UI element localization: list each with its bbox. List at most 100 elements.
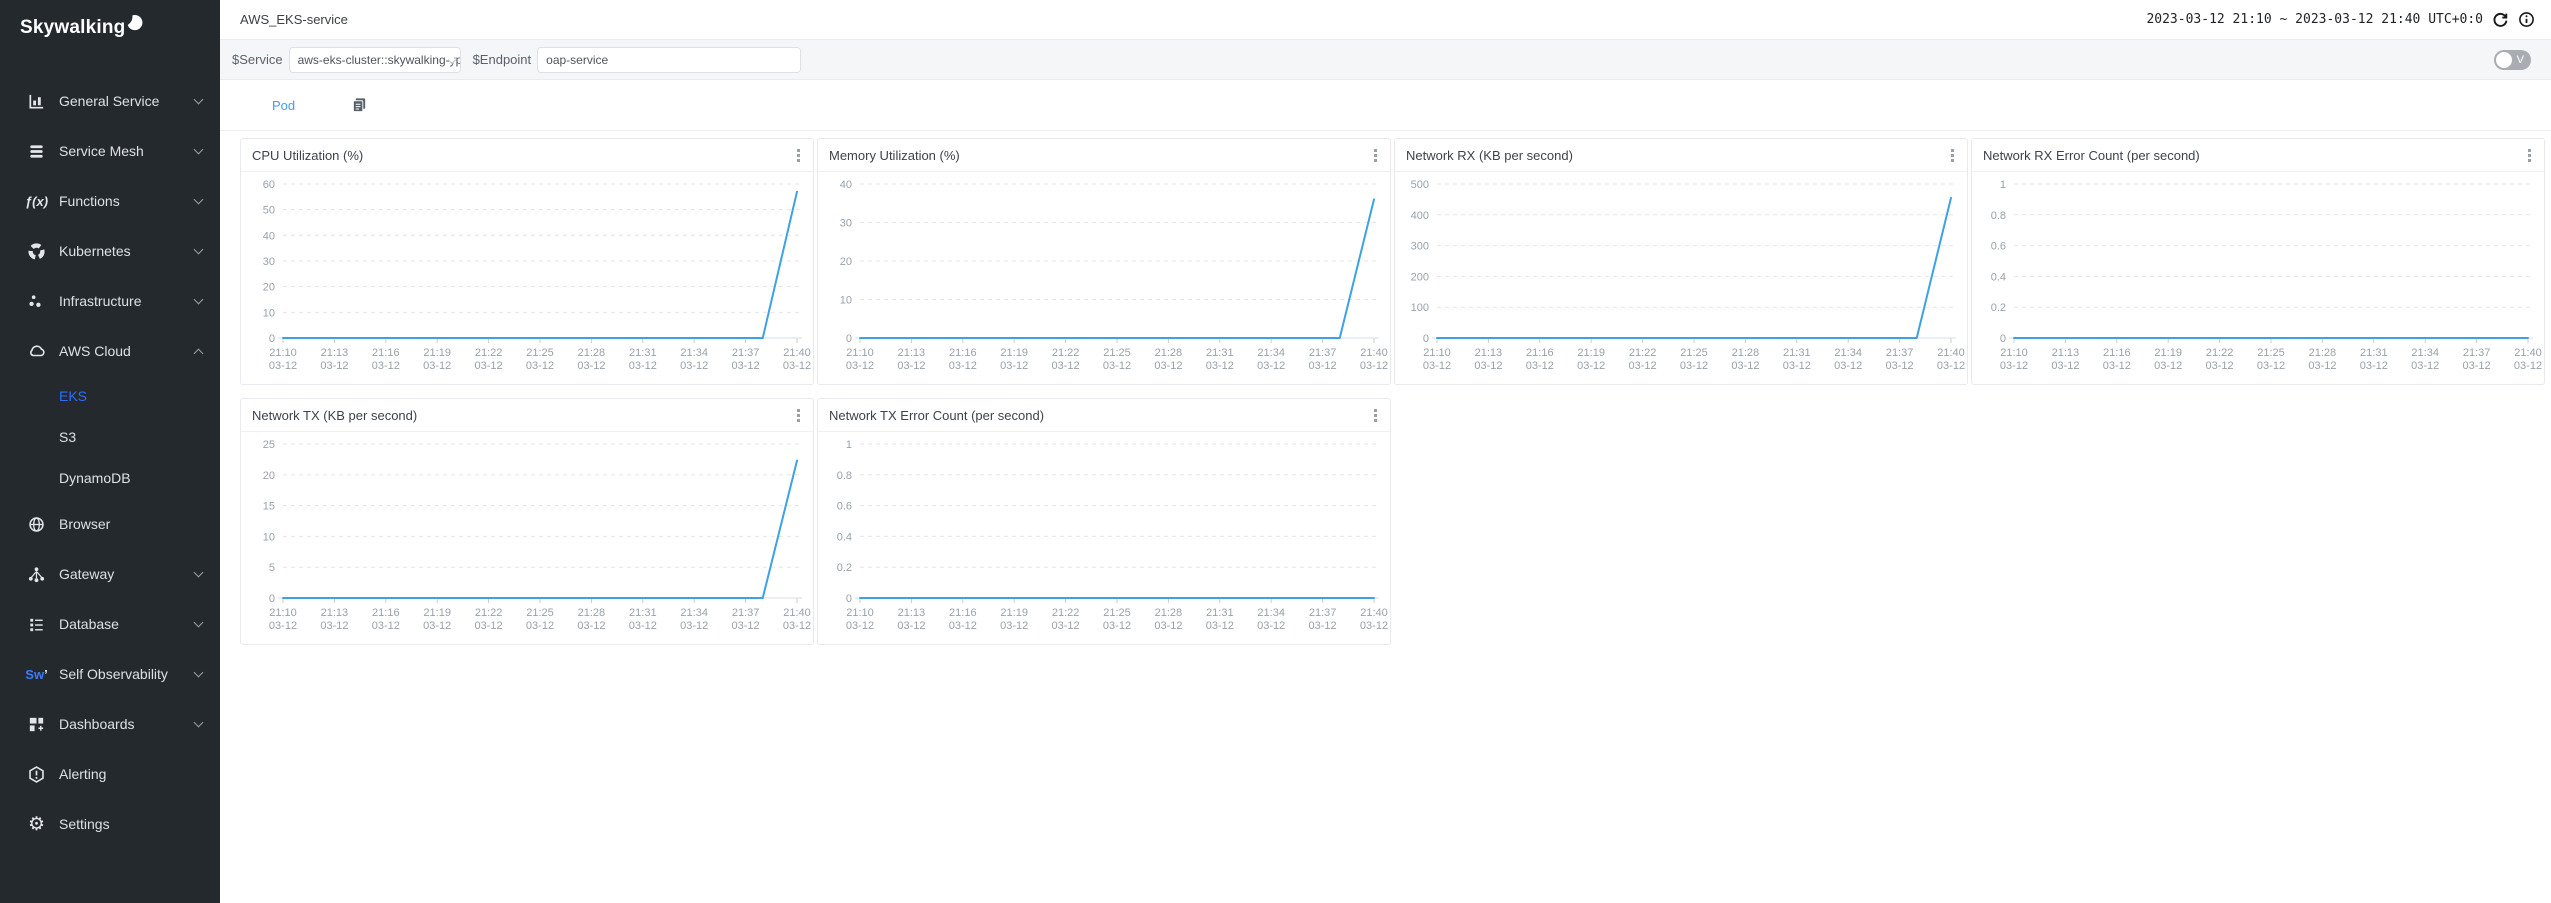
svg-text:21:16: 21:16	[372, 607, 400, 619]
kebab-menu-icon[interactable]	[794, 145, 803, 166]
svg-text:21:28: 21:28	[1155, 607, 1183, 619]
svg-text:03-12: 03-12	[1103, 360, 1131, 372]
sidebar-item-database[interactable]: Database	[0, 599, 220, 649]
tab-pod[interactable]: Pod	[272, 98, 295, 113]
svg-text:0: 0	[846, 593, 852, 605]
chart-card-cpu-utilization: CPU Utilization (%) 010203040506021:1003…	[240, 138, 814, 385]
service-select[interactable]: aws-eks-cluster::skywalking-ypi	[289, 47, 461, 73]
sidebar-item-browser[interactable]: Browser	[0, 499, 220, 549]
svg-text:21:40: 21:40	[783, 607, 811, 619]
svg-text:21:22: 21:22	[2206, 347, 2234, 359]
refresh-icon[interactable]	[2492, 11, 2509, 28]
sidebar-item-label: Dashboards	[59, 716, 192, 732]
svg-text:0.8: 0.8	[1991, 210, 2006, 222]
svg-text:03-12: 03-12	[732, 360, 760, 372]
view-mode-toggle[interactable]: V	[2494, 50, 2531, 70]
sidebar-item-general-service[interactable]: General Service	[0, 76, 220, 126]
sidebar-item-gateway[interactable]: Gateway	[0, 549, 220, 599]
sidebar-item-aws-cloud[interactable]: AWS Cloud	[0, 326, 220, 376]
svg-text:60: 60	[263, 179, 275, 191]
svg-text:200: 200	[1411, 271, 1429, 283]
kebab-menu-icon[interactable]	[2525, 145, 2534, 166]
chart-card-network-tx-kb-per-second: Network TX (KB per second) 051015202521:…	[240, 398, 814, 645]
line-chart: 051015202521:1003-1221:1303-1221:1603-12…	[241, 432, 811, 642]
svg-text:21:19: 21:19	[1000, 607, 1028, 619]
svg-text:03-12: 03-12	[1309, 620, 1337, 632]
svg-text:03-12: 03-12	[1577, 360, 1605, 372]
svg-text:21:37: 21:37	[2463, 347, 2491, 359]
sidebar-item-kubernetes[interactable]: Kubernetes	[0, 226, 220, 276]
kebab-menu-icon[interactable]	[1371, 405, 1380, 426]
copy-icon[interactable]	[351, 96, 368, 114]
svg-text:0: 0	[2000, 333, 2006, 345]
svg-text:21:25: 21:25	[1103, 607, 1131, 619]
svg-text:03-12: 03-12	[1052, 620, 1080, 632]
svg-text:03-12: 03-12	[2103, 360, 2131, 372]
sidebar-subitem-s3[interactable]: S3	[0, 417, 220, 458]
svg-text:03-12: 03-12	[1526, 360, 1554, 372]
sidebar-subitem-eks[interactable]: EKS	[0, 376, 220, 417]
svg-text:21:16: 21:16	[2103, 347, 2131, 359]
svg-text:21:40: 21:40	[2514, 347, 2542, 359]
svg-text:21:22: 21:22	[475, 347, 503, 359]
endpoint-label: $Endpoint	[473, 52, 532, 67]
svg-text:300: 300	[1411, 241, 1429, 253]
svg-text:21:25: 21:25	[526, 607, 554, 619]
svg-text:03-12: 03-12	[680, 360, 708, 372]
time-range[interactable]: 2023-03-12 21:10 ~ 2023-03-12 21:40 UTC+…	[2146, 12, 2483, 27]
info-icon[interactable]	[2518, 11, 2535, 28]
svg-text:21:22: 21:22	[475, 607, 503, 619]
svg-text:21:31: 21:31	[629, 347, 657, 359]
svg-text:03-12: 03-12	[2051, 360, 2079, 372]
sidebar-item-settings[interactable]: ⚙ Settings	[0, 799, 220, 849]
line-chart: 01020304021:1003-1221:1303-1221:1603-122…	[818, 172, 1388, 382]
svg-text:21:28: 21:28	[578, 347, 606, 359]
svg-text:21:28: 21:28	[2309, 347, 2337, 359]
svg-text:21:22: 21:22	[1629, 347, 1657, 359]
svg-text:30: 30	[840, 218, 852, 230]
svg-text:21:16: 21:16	[949, 347, 977, 359]
svg-text:03-12: 03-12	[949, 620, 977, 632]
sidebar-item-service-mesh[interactable]: Service Mesh	[0, 126, 220, 176]
svg-text:03-12: 03-12	[475, 620, 503, 632]
svg-text:03-12: 03-12	[2206, 360, 2234, 372]
sidebar-item-alerting[interactable]: Alerting	[0, 749, 220, 799]
svg-text:0: 0	[846, 333, 852, 345]
sidebar-item-dashboards[interactable]: Dashboards	[0, 699, 220, 749]
chart-header: CPU Utilization (%)	[241, 139, 813, 172]
svg-text:0: 0	[269, 593, 275, 605]
svg-text:03-12: 03-12	[1423, 360, 1451, 372]
dashboards-icon	[26, 715, 47, 734]
kebab-menu-icon[interactable]	[794, 405, 803, 426]
svg-text:21:10: 21:10	[269, 607, 297, 619]
svg-text:21:16: 21:16	[372, 347, 400, 359]
line-chart: 010020030040050021:1003-1221:1303-1221:1…	[1395, 172, 1965, 382]
svg-text:03-12: 03-12	[2154, 360, 2182, 372]
svg-text:21:10: 21:10	[269, 347, 297, 359]
kebab-menu-icon[interactable]	[1948, 145, 1957, 166]
svg-text:21:19: 21:19	[2154, 347, 2182, 359]
chart-card-network-rx-kb-per-second: Network RX (KB per second) 0100200300400…	[1394, 138, 1968, 385]
sidebar-item-infrastructure[interactable]: Infrastructure	[0, 276, 220, 326]
svg-text:03-12: 03-12	[2257, 360, 2285, 372]
sidebar-item-self-observability[interactable]: Sw’ Self Observability	[0, 649, 220, 699]
settings-icon: ⚙	[26, 815, 47, 834]
sidebar-subitem-dynamodb[interactable]: DynamoDB	[0, 458, 220, 499]
svg-text:03-12: 03-12	[372, 360, 400, 372]
chevron-down-icon	[192, 299, 204, 303]
endpoint-input[interactable]	[537, 47, 801, 73]
chevron-down-icon	[192, 572, 204, 576]
chart-header: Network RX (KB per second)	[1395, 139, 1967, 172]
svg-text:03-12: 03-12	[320, 620, 348, 632]
svg-text:03-12: 03-12	[1052, 360, 1080, 372]
svg-text:03-12: 03-12	[1937, 360, 1965, 372]
skywalking-logo[interactable]: Skywalking	[0, 0, 220, 60]
svg-text:21:28: 21:28	[578, 607, 606, 619]
svg-text:21:31: 21:31	[1783, 347, 1811, 359]
sidebar-item-functions[interactable]: ƒ(x) Functions	[0, 176, 220, 226]
svg-text:03-12: 03-12	[2463, 360, 2491, 372]
svg-text:50: 50	[263, 205, 275, 217]
kebab-menu-icon[interactable]	[1371, 145, 1380, 166]
sidebar-item-label: Database	[59, 616, 192, 632]
svg-text:20: 20	[840, 256, 852, 268]
